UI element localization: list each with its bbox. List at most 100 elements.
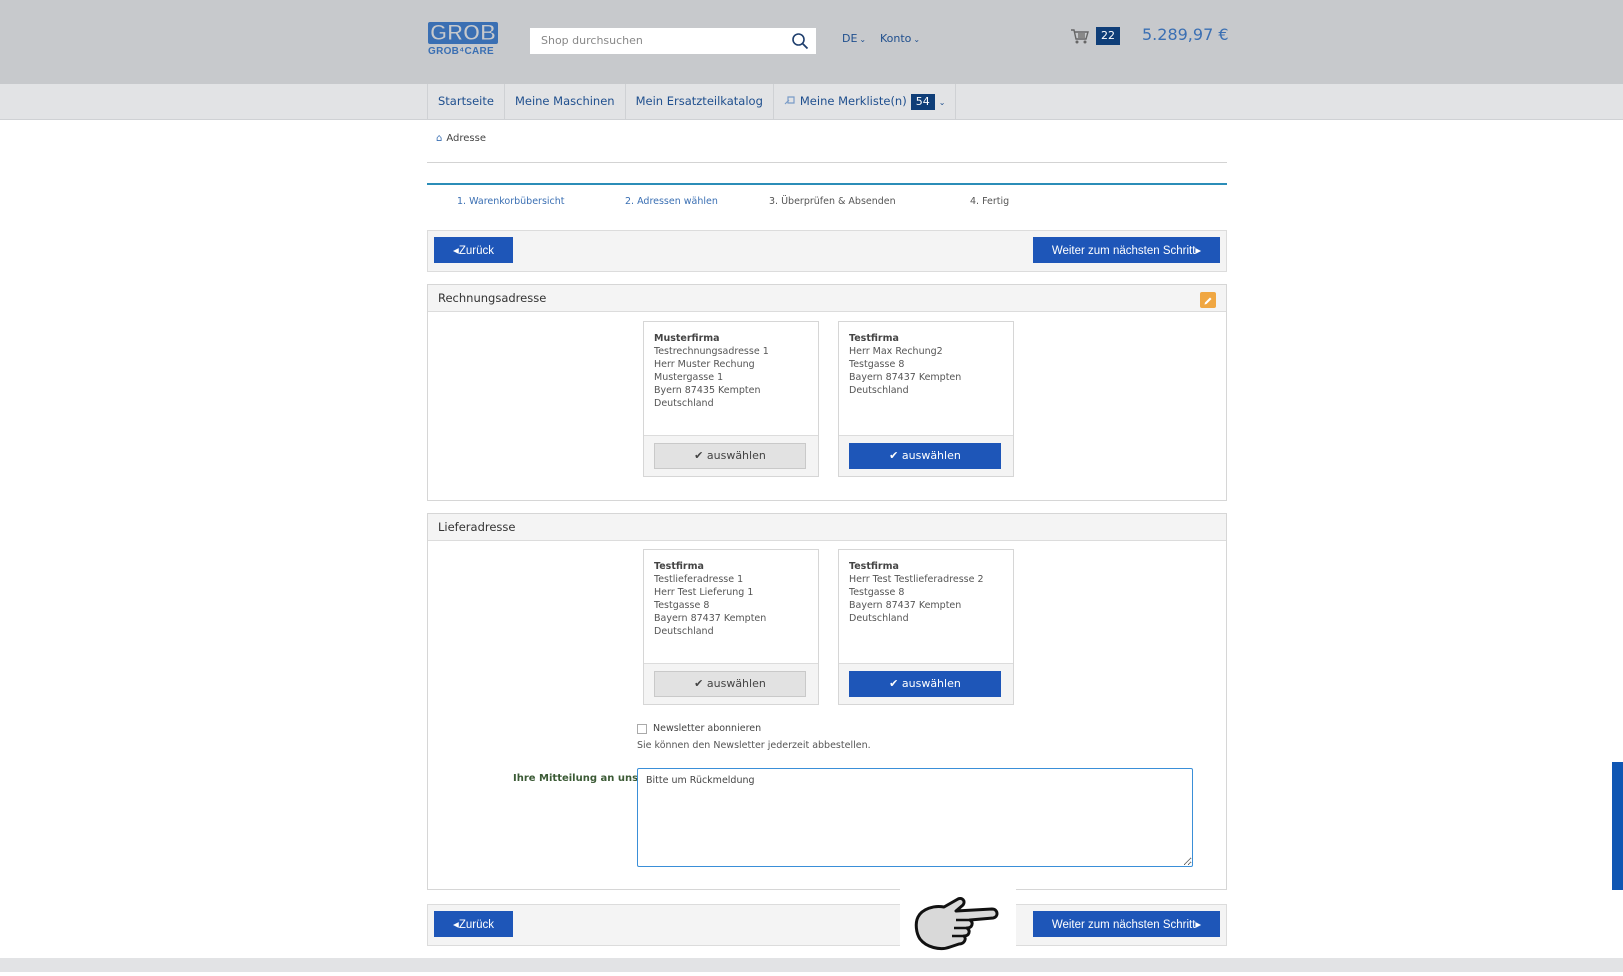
shipping-panel-header: Lieferadresse [428, 514, 1226, 541]
address-line: Testrechnungsadresse 1 [654, 346, 769, 357]
footer-strip [0, 958, 1623, 972]
action-bar-bottom: ◂Zurück Weiter zum nächsten Schritt▸ [427, 904, 1227, 946]
address-line: Testgasse 8 [849, 359, 905, 370]
check-icon: ✔ [889, 677, 899, 690]
check-icon: ✔ [889, 449, 899, 462]
breadcrumb-current: Adresse [446, 133, 486, 144]
search-input[interactable] [531, 29, 781, 52]
newsletter-label: Newsletter abonnieren [653, 723, 762, 734]
shipping-title: Lieferadresse [438, 520, 516, 534]
address-line: Bayern 87437 Kempten [849, 372, 962, 383]
billing-address-card: Musterfirma Testrechnungsadresse 1 Herr … [643, 321, 819, 477]
check-icon: ✔ [694, 677, 704, 690]
chevron-down-icon: ⌄ [938, 98, 946, 107]
step-warenkorb[interactable]: 1. Warenkorbübersicht [457, 196, 565, 207]
select-label: auswählen [901, 677, 961, 690]
next-step-button[interactable]: Weiter zum nächsten Schritt▸ [1033, 237, 1220, 263]
step-fertig: 4. Fertig [970, 196, 1010, 207]
nav-item-merkliste[interactable]: Meine Merkliste(n) 54 ⌄ [772, 84, 957, 119]
select-address-button[interactable]: ✔ auswählen [654, 443, 806, 469]
address-line: Herr Muster Rechung [654, 359, 755, 370]
address-line: Testgasse 8 [849, 587, 905, 598]
address-firm: Musterfirma [654, 333, 720, 344]
caret-right-icon: ▸ [1195, 919, 1202, 931]
shipping-address-card: Testfirma Herr Test Testlieferadresse 2 … [838, 549, 1014, 705]
step-ueberpruefen: 3. Überprüfen & Absenden [769, 196, 896, 207]
address-firm: Testfirma [654, 561, 704, 572]
select-address-button[interactable]: ✔ auswählen [849, 671, 1001, 697]
address-card-footer: ✔ auswählen [839, 663, 1013, 704]
address-firm: Testfirma [849, 561, 899, 572]
logo-subtext: GROB⁴CARE [428, 46, 494, 57]
back-button[interactable]: ◂Zurück [434, 911, 513, 937]
select-address-button[interactable]: ✔ auswählen [654, 671, 806, 697]
address-line: Bayern 87437 Kempten [654, 613, 767, 624]
divider [427, 162, 1227, 163]
language-switcher[interactable]: DE ⌄ [842, 32, 866, 45]
billing-panel-header: Rechnungsadresse [428, 285, 1226, 312]
address-line: Deutschland [654, 398, 714, 409]
select-label: auswählen [706, 677, 766, 690]
caret-right-icon: ▸ [1195, 245, 1202, 257]
address-line: Deutschland [654, 626, 714, 637]
address-line: Bayern 87437 Kempten [849, 600, 962, 611]
billing-title: Rechnungsadresse [438, 291, 547, 305]
breadcrumb: ⌂ Adresse [436, 133, 486, 144]
step-adressen[interactable]: 2. Adressen wählen [625, 196, 718, 207]
language-label: DE [842, 32, 858, 45]
side-feedback-tab[interactable] [1612, 762, 1623, 890]
address-line: Herr Test Testlieferadresse 2 [849, 574, 984, 585]
newsletter-checkbox[interactable] [637, 723, 647, 734]
cart-total[interactable]: 5.289,97 € [1142, 25, 1229, 44]
back-label: Zurück [458, 919, 494, 931]
billing-address-card: Testfirma Herr Max Rechung2 Testgasse 8 … [838, 321, 1014, 477]
nav-item-startseite[interactable]: Startseite [427, 84, 504, 119]
next-label: Weiter zum nächsten Schritt [1051, 245, 1196, 257]
select-label: auswählen [901, 449, 961, 462]
address-card-footer: ✔ auswählen [839, 435, 1013, 476]
newsletter-note: Sie können den Newsletter jederzeit abbe… [637, 740, 871, 751]
next-label: Weiter zum nächsten Schritt [1051, 919, 1196, 931]
select-address-button[interactable]: ✔ auswählen [849, 443, 1001, 469]
chevron-down-icon: ⌄ [859, 35, 867, 44]
select-label: auswählen [706, 449, 766, 462]
wishlist-icon [784, 96, 795, 105]
message-label: Ihre Mitteilung an uns [513, 773, 639, 784]
wishlist-count-badge: 54 [910, 94, 935, 110]
address-line: Deutschland [849, 385, 909, 396]
address-card-footer: ✔ auswählen [644, 435, 818, 476]
address-line: Testgasse 8 [654, 600, 710, 611]
shipping-address-card: Testfirma Testlieferadresse 1 Herr Test … [643, 549, 819, 705]
cart-icon[interactable] [1070, 28, 1090, 44]
edit-icon[interactable] [1200, 292, 1216, 308]
main-nav: Startseite Meine Maschinen Mein Ersatzte… [427, 84, 957, 119]
address-line: Testlieferadresse 1 [654, 574, 744, 585]
billing-panel: Rechnungsadresse Musterfirma Testrechnun… [427, 284, 1227, 501]
chevron-down-icon: ⌄ [913, 35, 921, 44]
cart-count-badge[interactable]: 22 [1096, 27, 1120, 45]
back-button[interactable]: ◂Zurück [434, 237, 513, 263]
address-line: Mustergasse 1 [654, 372, 724, 383]
address-line: Byern 87435 Kempten [654, 385, 761, 396]
progress-line [427, 183, 1227, 185]
nav-item-maschinen[interactable]: Meine Maschinen [503, 84, 625, 119]
check-icon: ✔ [694, 449, 704, 462]
next-step-button[interactable]: Weiter zum nächsten Schritt▸ [1033, 911, 1220, 937]
message-textarea[interactable]: Bitte um Rückmeldung [637, 768, 1193, 867]
action-bar-top: ◂Zurück Weiter zum nächsten Schritt▸ [427, 230, 1227, 272]
search-box [530, 28, 816, 54]
address-line: Herr Test Lieferung 1 [654, 587, 754, 598]
grob-logo[interactable]: GROB GROB⁴CARE [428, 20, 498, 58]
newsletter-option[interactable]: Newsletter abonnieren [637, 723, 761, 734]
search-icon[interactable] [791, 32, 809, 50]
address-card-footer: ✔ auswählen [644, 663, 818, 704]
address-line: Deutschland [849, 613, 909, 624]
account-menu[interactable]: Konto ⌄ [880, 32, 920, 45]
back-label: Zurück [458, 245, 494, 257]
address-line: Herr Max Rechung2 [849, 346, 943, 357]
home-icon[interactable]: ⌂ [436, 133, 442, 144]
account-label: Konto [880, 32, 912, 45]
logo-text: GROB [428, 20, 498, 45]
address-firm: Testfirma [849, 333, 899, 344]
nav-item-ersatzteilkatalog[interactable]: Mein Ersatzteilkatalog [624, 84, 773, 119]
